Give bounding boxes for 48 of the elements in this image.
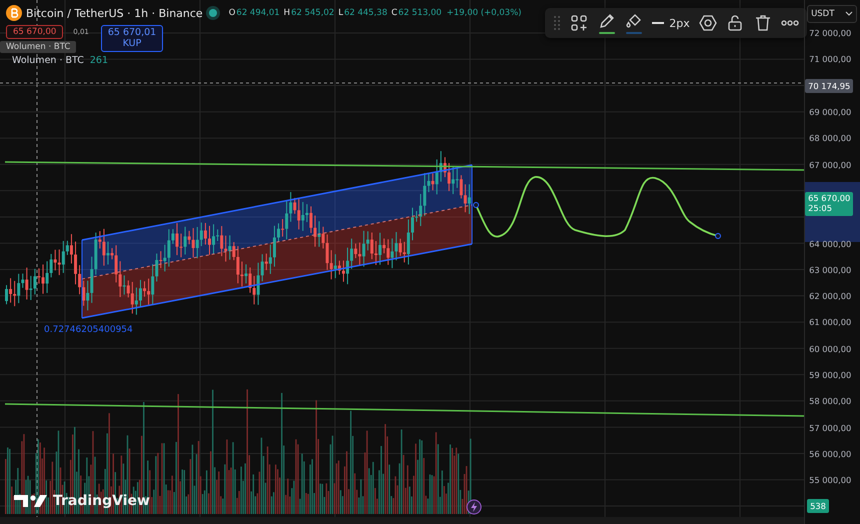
lightning-icon[interactable] xyxy=(466,499,482,515)
price-label: 56 000,00 xyxy=(808,448,852,459)
symbol-title[interactable]: Bitcoin / TetherUS · 1h · Binance xyxy=(26,6,203,20)
ohlc-label: C xyxy=(391,8,398,18)
channel-label: 0.72746205400954 xyxy=(44,325,133,335)
price-label: 63 000,00 xyxy=(808,264,852,275)
price-label: 57 000,00 xyxy=(808,422,852,433)
logo-text: TradingView xyxy=(53,493,150,509)
drag-handle-icon[interactable] xyxy=(553,15,561,31)
ohlc-value: 62 545,02 xyxy=(291,8,334,18)
ohlc-label: H xyxy=(284,8,290,18)
price-label: 71 000,00 xyxy=(808,54,852,64)
pencil-icon[interactable] xyxy=(598,12,616,30)
settings-icon[interactable] xyxy=(699,14,718,32)
price-label: 68 000,00 xyxy=(808,133,852,144)
line-width-button[interactable]: 2px xyxy=(652,16,690,30)
price-label: 67 000,00 xyxy=(808,160,852,170)
ohlc-value: 62 513,00 xyxy=(398,8,442,18)
price-label: 60 000,00 xyxy=(808,344,852,354)
price-label: 55 000,00 xyxy=(808,475,852,486)
price-tag: 70 174,95 xyxy=(805,78,854,93)
tooltip: Wolumen · BTC xyxy=(0,41,76,53)
caret-icon xyxy=(845,11,854,17)
sell-button[interactable]: 65 670,00 xyxy=(6,25,64,39)
price-label: 72 000,00 xyxy=(808,28,852,38)
price-label: 69 000,00 xyxy=(808,107,852,118)
price-label: 61 000,00 xyxy=(808,317,852,328)
bitcoin-coin-icon xyxy=(6,5,22,21)
price-label: 62 000,00 xyxy=(808,291,852,302)
price-change: +19,00 (+0,03%) xyxy=(446,8,522,18)
ohlc-value: 62 445,38 xyxy=(344,8,388,18)
currency-dropdown[interactable]: USDT xyxy=(807,5,858,23)
ohlc-value: 62 494,01 xyxy=(236,8,280,18)
volume-label: Wolumen · BTC xyxy=(12,55,84,66)
price-label: 59 000,00 xyxy=(808,370,852,380)
price-tag: 538 xyxy=(807,499,829,514)
price-label: 58 000,00 xyxy=(808,396,852,406)
price-tag: 65 670,00 25:05 xyxy=(805,192,854,216)
trash-icon[interactable] xyxy=(754,14,772,32)
buy-button[interactable]: 65 670,01 KUP xyxy=(100,25,164,52)
ohlc-label: L xyxy=(338,8,344,18)
volume-value: 261 xyxy=(90,55,108,66)
ohlc-label: O xyxy=(228,8,236,18)
price-label: 64 000,00 xyxy=(808,238,852,249)
fill-bucket-icon[interactable] xyxy=(624,12,643,30)
add-shapes-icon[interactable] xyxy=(570,14,588,32)
logo-icon xyxy=(14,493,50,509)
unlocked-padlock-icon[interactable] xyxy=(726,14,744,32)
